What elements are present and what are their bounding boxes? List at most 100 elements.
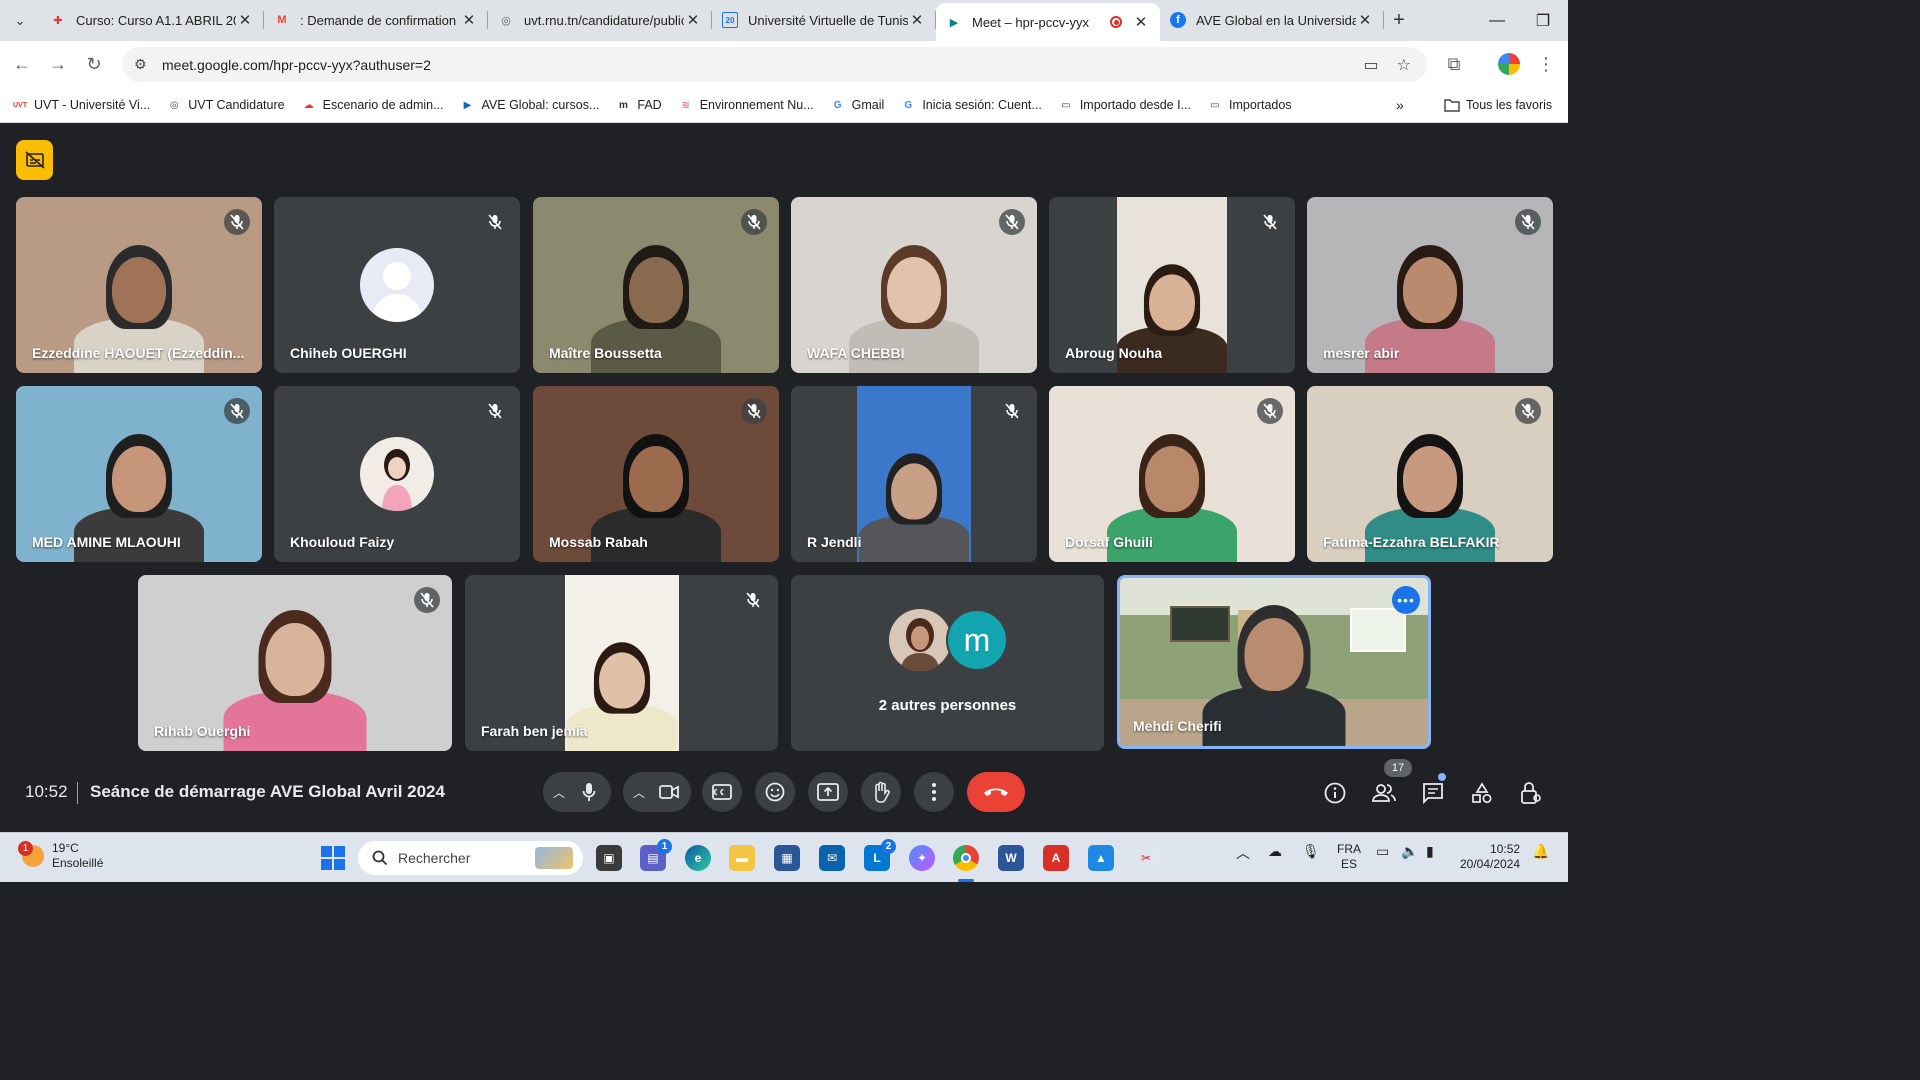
close-tab-icon[interactable]: ✕ xyxy=(908,11,926,29)
new-tab-button[interactable]: + xyxy=(1384,3,1414,37)
back-icon[interactable]: ← xyxy=(4,47,40,83)
word-icon[interactable]: W xyxy=(998,845,1024,871)
video-options-chevron-icon[interactable]: ︿ xyxy=(633,784,645,801)
participant-tile[interactable]: Ezzeddine HAOUET (Ezzeddin... xyxy=(16,197,262,373)
bookmark-item[interactable]: ≋ Environnement Nu... xyxy=(678,97,814,113)
browser-tab[interactable]: 20 Université Virtuelle de Tunis ✕ xyxy=(712,3,936,37)
participant-tile[interactable]: Dorsaf Ghuili xyxy=(1049,386,1295,562)
start-button[interactable] xyxy=(321,846,345,870)
network-status-icon[interactable]: ☁ xyxy=(1268,843,1282,860)
bookmark-item[interactable]: UVT UVT - Université Vi... xyxy=(12,97,150,113)
chat-button[interactable] xyxy=(1418,778,1448,808)
close-tab-icon[interactable]: ✕ xyxy=(460,11,478,29)
copilot-icon[interactable]: ✦ xyxy=(909,845,935,871)
other-participants-tile[interactable]: m 2 autres personnes xyxy=(791,575,1104,751)
bookmark-item[interactable]: ▶ AVE Global: cursos... xyxy=(460,97,600,113)
bookmark-item[interactable]: ▭ Importado desde I... xyxy=(1058,97,1191,113)
browser-menu-icon[interactable]: ⋮ xyxy=(1528,47,1564,83)
task-view-icon[interactable]: ▣ xyxy=(596,845,622,871)
browser-tab[interactable]: f AVE Global en la Universidad ✕ xyxy=(1160,3,1384,37)
people-button[interactable] xyxy=(1369,778,1399,808)
address-bar[interactable]: ⚙ meet.google.com/hpr-pccv-yyx?authuser=… xyxy=(122,47,1427,82)
language-indicator[interactable]: FRA ES xyxy=(1337,842,1361,872)
browser-tab[interactable]: M: Demande de confirmation ✕ xyxy=(264,3,488,37)
participant-tile[interactable]: mesrer abir xyxy=(1307,197,1553,373)
activities-button[interactable] xyxy=(1467,778,1497,808)
bookmark-item[interactable]: ☁ Escenario de admin... xyxy=(301,97,444,113)
weather-widget[interactable]: 1 19°C Ensoleillé xyxy=(18,841,103,871)
clock-date: 20/04/2024 xyxy=(1460,857,1521,871)
photos-icon[interactable]: ▲ xyxy=(1088,845,1114,871)
notifications-bell-icon[interactable]: 🔔 xyxy=(1532,843,1549,860)
more-options-button[interactable] xyxy=(914,772,954,812)
browser-tab[interactable]: ✚ Curso: Curso A1.1 ABRIL 2024✕ xyxy=(40,3,264,37)
participant-tile[interactable]: Rihab Ouerghi xyxy=(138,575,452,751)
camera-permission-icon[interactable]: ▭ xyxy=(1364,55,1379,75)
bookmark-item[interactable]: ▭ Importados xyxy=(1207,97,1291,113)
participant-tile[interactable]: Chiheb OUERGHI xyxy=(274,197,520,373)
all-bookmarks-button[interactable]: Tous les favoris xyxy=(1444,97,1552,113)
battery-icon[interactable]: ▮ xyxy=(1426,843,1434,860)
participant-tile[interactable]: Maître Boussetta xyxy=(533,197,779,373)
meeting-details-button[interactable] xyxy=(1320,778,1350,808)
browser-tab[interactable]: ▶ Meet – hpr-pccv-yyx ✕ xyxy=(936,3,1160,41)
participant-tile[interactable]: MED AMINE MLAOUHI xyxy=(16,386,262,562)
participant-tile[interactable]: Fatima-Ezzahra BELFAKIR xyxy=(1307,386,1553,562)
self-view-tile[interactable]: ••• Mehdi Cherifi xyxy=(1117,575,1431,749)
participant-tile[interactable]: Mossab Rabah xyxy=(533,386,779,562)
extensions-icon[interactable]: ⧉ xyxy=(1436,47,1472,83)
acrobat-icon[interactable]: A xyxy=(1043,845,1069,871)
lync-icon[interactable]: L 2 xyxy=(864,839,896,871)
bookmark-star-icon[interactable]: ☆ xyxy=(1397,55,1411,75)
microphone-muted-icon xyxy=(1257,209,1283,235)
bookmark-item[interactable]: m FAD xyxy=(615,97,662,113)
close-tab-icon[interactable]: ✕ xyxy=(236,11,254,29)
file-explorer-icon[interactable]: ▬ xyxy=(729,845,755,871)
folder-icon xyxy=(1444,97,1460,113)
tile-options-button[interactable]: ••• xyxy=(1392,586,1420,614)
reactions-button[interactable] xyxy=(755,772,795,812)
audio-options-chevron-icon[interactable]: ︿ xyxy=(553,784,565,801)
browser-tab[interactable]: ◎ uvt.rnu.tn/candidature/public ✕ xyxy=(488,3,712,37)
display-icon[interactable]: ▭ xyxy=(1376,843,1389,860)
microphone-button[interactable] xyxy=(573,776,605,808)
close-tab-icon[interactable]: ✕ xyxy=(1356,11,1374,29)
captions-button[interactable] xyxy=(702,772,742,812)
forward-icon[interactable]: → xyxy=(40,47,76,83)
edge-browser-icon[interactable]: e xyxy=(685,845,711,871)
host-controls-button[interactable] xyxy=(1516,778,1546,808)
chrome-icon[interactable] xyxy=(953,845,979,871)
close-tab-icon[interactable]: ✕ xyxy=(684,11,702,29)
system-clock[interactable]: 10:52 20/04/2024 xyxy=(1460,842,1520,872)
microsoft-store-icon[interactable]: ▦ xyxy=(774,845,800,871)
show-hidden-icons-icon[interactable]: ︿ xyxy=(1236,843,1250,863)
reload-icon[interactable]: ↻ xyxy=(76,47,112,83)
camera-button[interactable] xyxy=(653,776,685,808)
participant-tile[interactable]: Farah ben jemia xyxy=(465,575,778,751)
participant-tile[interactable]: WAFA CHEBBI xyxy=(791,197,1037,373)
tab-search-button[interactable]: ⌄ xyxy=(0,0,40,41)
profile-avatar[interactable] xyxy=(1498,53,1520,75)
close-tab-icon[interactable]: ✕ xyxy=(1132,13,1150,31)
bookmark-item[interactable]: G Inicia sesión: Cuent... xyxy=(900,97,1041,113)
taskbar-search[interactable]: Rechercher xyxy=(358,841,583,875)
teams-chat-icon[interactable]: ▤ 1 xyxy=(640,839,672,871)
raise-hand-icon xyxy=(875,781,890,803)
present-screen-button[interactable] xyxy=(808,772,848,812)
microphone-tray-icon[interactable]: 🎙 xyxy=(1302,843,1320,860)
snipping-tool-icon[interactable]: ✂ xyxy=(1133,845,1159,871)
participant-tile[interactable]: Abroug Nouha xyxy=(1049,197,1295,373)
more-bookmarks-icon[interactable]: » xyxy=(1396,97,1404,113)
participant-tile[interactable]: Khouloud Faizy xyxy=(274,386,520,562)
raise-hand-button[interactable] xyxy=(861,772,901,812)
volume-icon[interactable]: 🔈 xyxy=(1401,843,1418,860)
captions-icon xyxy=(712,784,732,800)
bookmark-item[interactable]: G Gmail xyxy=(830,97,885,113)
participant-tile[interactable]: R Jendli xyxy=(791,386,1037,562)
site-info-icon[interactable]: ⚙ xyxy=(134,56,154,73)
captions-off-badge[interactable] xyxy=(16,140,53,180)
bookmark-item[interactable]: ◎ UVT Candidature xyxy=(166,97,285,113)
restore-button[interactable]: ❐ xyxy=(1520,0,1566,41)
leave-call-button[interactable] xyxy=(967,772,1025,812)
mail-icon[interactable]: ✉ xyxy=(819,845,845,871)
